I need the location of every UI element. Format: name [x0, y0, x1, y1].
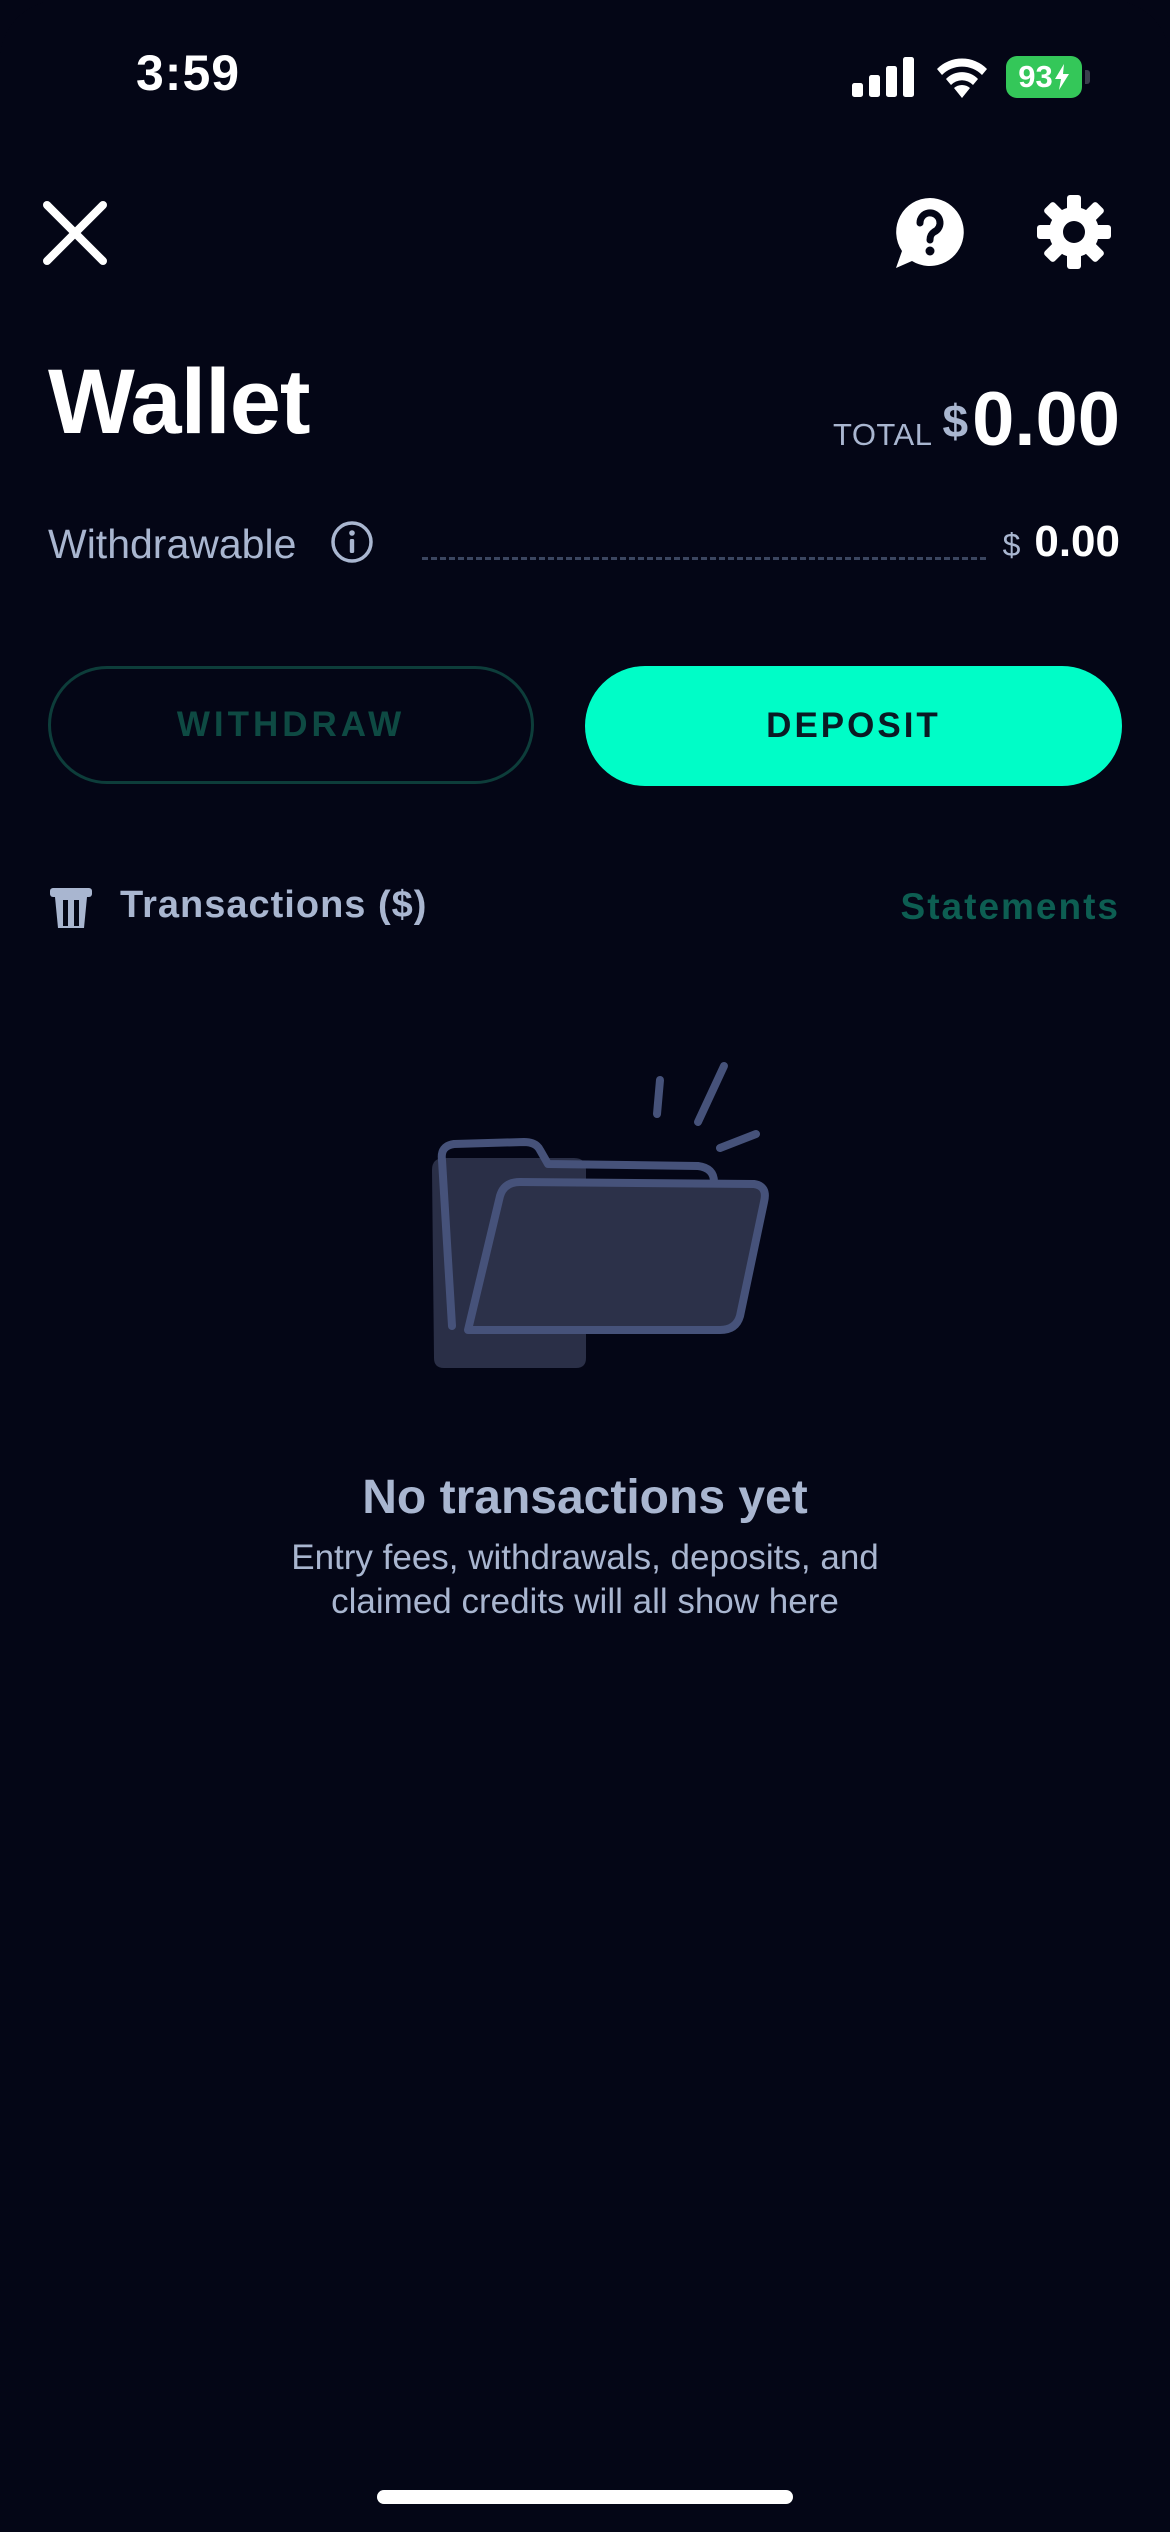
battery-level: 93 — [1006, 56, 1082, 98]
withdrawable-label: Withdrawable — [48, 521, 297, 567]
info-icon[interactable] — [330, 520, 374, 564]
battery-cap — [1085, 70, 1090, 84]
empty-folder-icon — [432, 1062, 769, 1368]
status-time: 3:59 — [136, 45, 241, 101]
withdraw-button[interactable]: WITHDRAW — [48, 666, 534, 784]
statements-link[interactable]: Statements — [901, 886, 1120, 928]
battery-indicator: 93 — [1006, 56, 1090, 98]
withdrawable-value: $ 0.00 — [1003, 517, 1120, 567]
wallet-screen: 3:59 93 Wallet TOTAL $ 0.00 Withdrawable… — [0, 0, 1170, 2532]
leader-divider — [422, 557, 986, 560]
transactions-icon — [50, 888, 92, 928]
help-icon[interactable] — [890, 192, 970, 272]
page-title: Wallet — [48, 351, 311, 453]
signal-icon — [852, 57, 914, 97]
empty-state-subtitle: Entry fees, withdrawals, deposits, and c… — [291, 1538, 879, 1621]
status-bar: 3:59 93 — [0, 0, 1170, 150]
charging-bolt-icon — [1054, 64, 1069, 90]
transactions-heading: Transactions ($) — [120, 884, 428, 926]
total-label: TOTAL — [832, 417, 933, 452]
total-balance: TOTAL $ 0.00 — [833, 376, 1120, 463]
battery-percent: 93 — [1018, 59, 1053, 94]
close-icon[interactable] — [38, 196, 112, 270]
home-indicator[interactable] — [377, 2490, 793, 2504]
gear-icon[interactable] — [1034, 192, 1114, 272]
deposit-button[interactable]: DEPOSIT — [585, 666, 1122, 786]
withdrawable-amount: 0.00 — [1034, 517, 1120, 566]
total-amount: 0.00 — [972, 377, 1120, 462]
total-currency: $ — [942, 395, 969, 447]
wifi-icon — [937, 58, 987, 98]
empty-state-title: No transactions yet — [362, 1471, 808, 1524]
withdrawable-row: Withdrawable $ 0.00 — [48, 515, 1120, 575]
withdrawable-currency: $ — [1002, 527, 1021, 563]
